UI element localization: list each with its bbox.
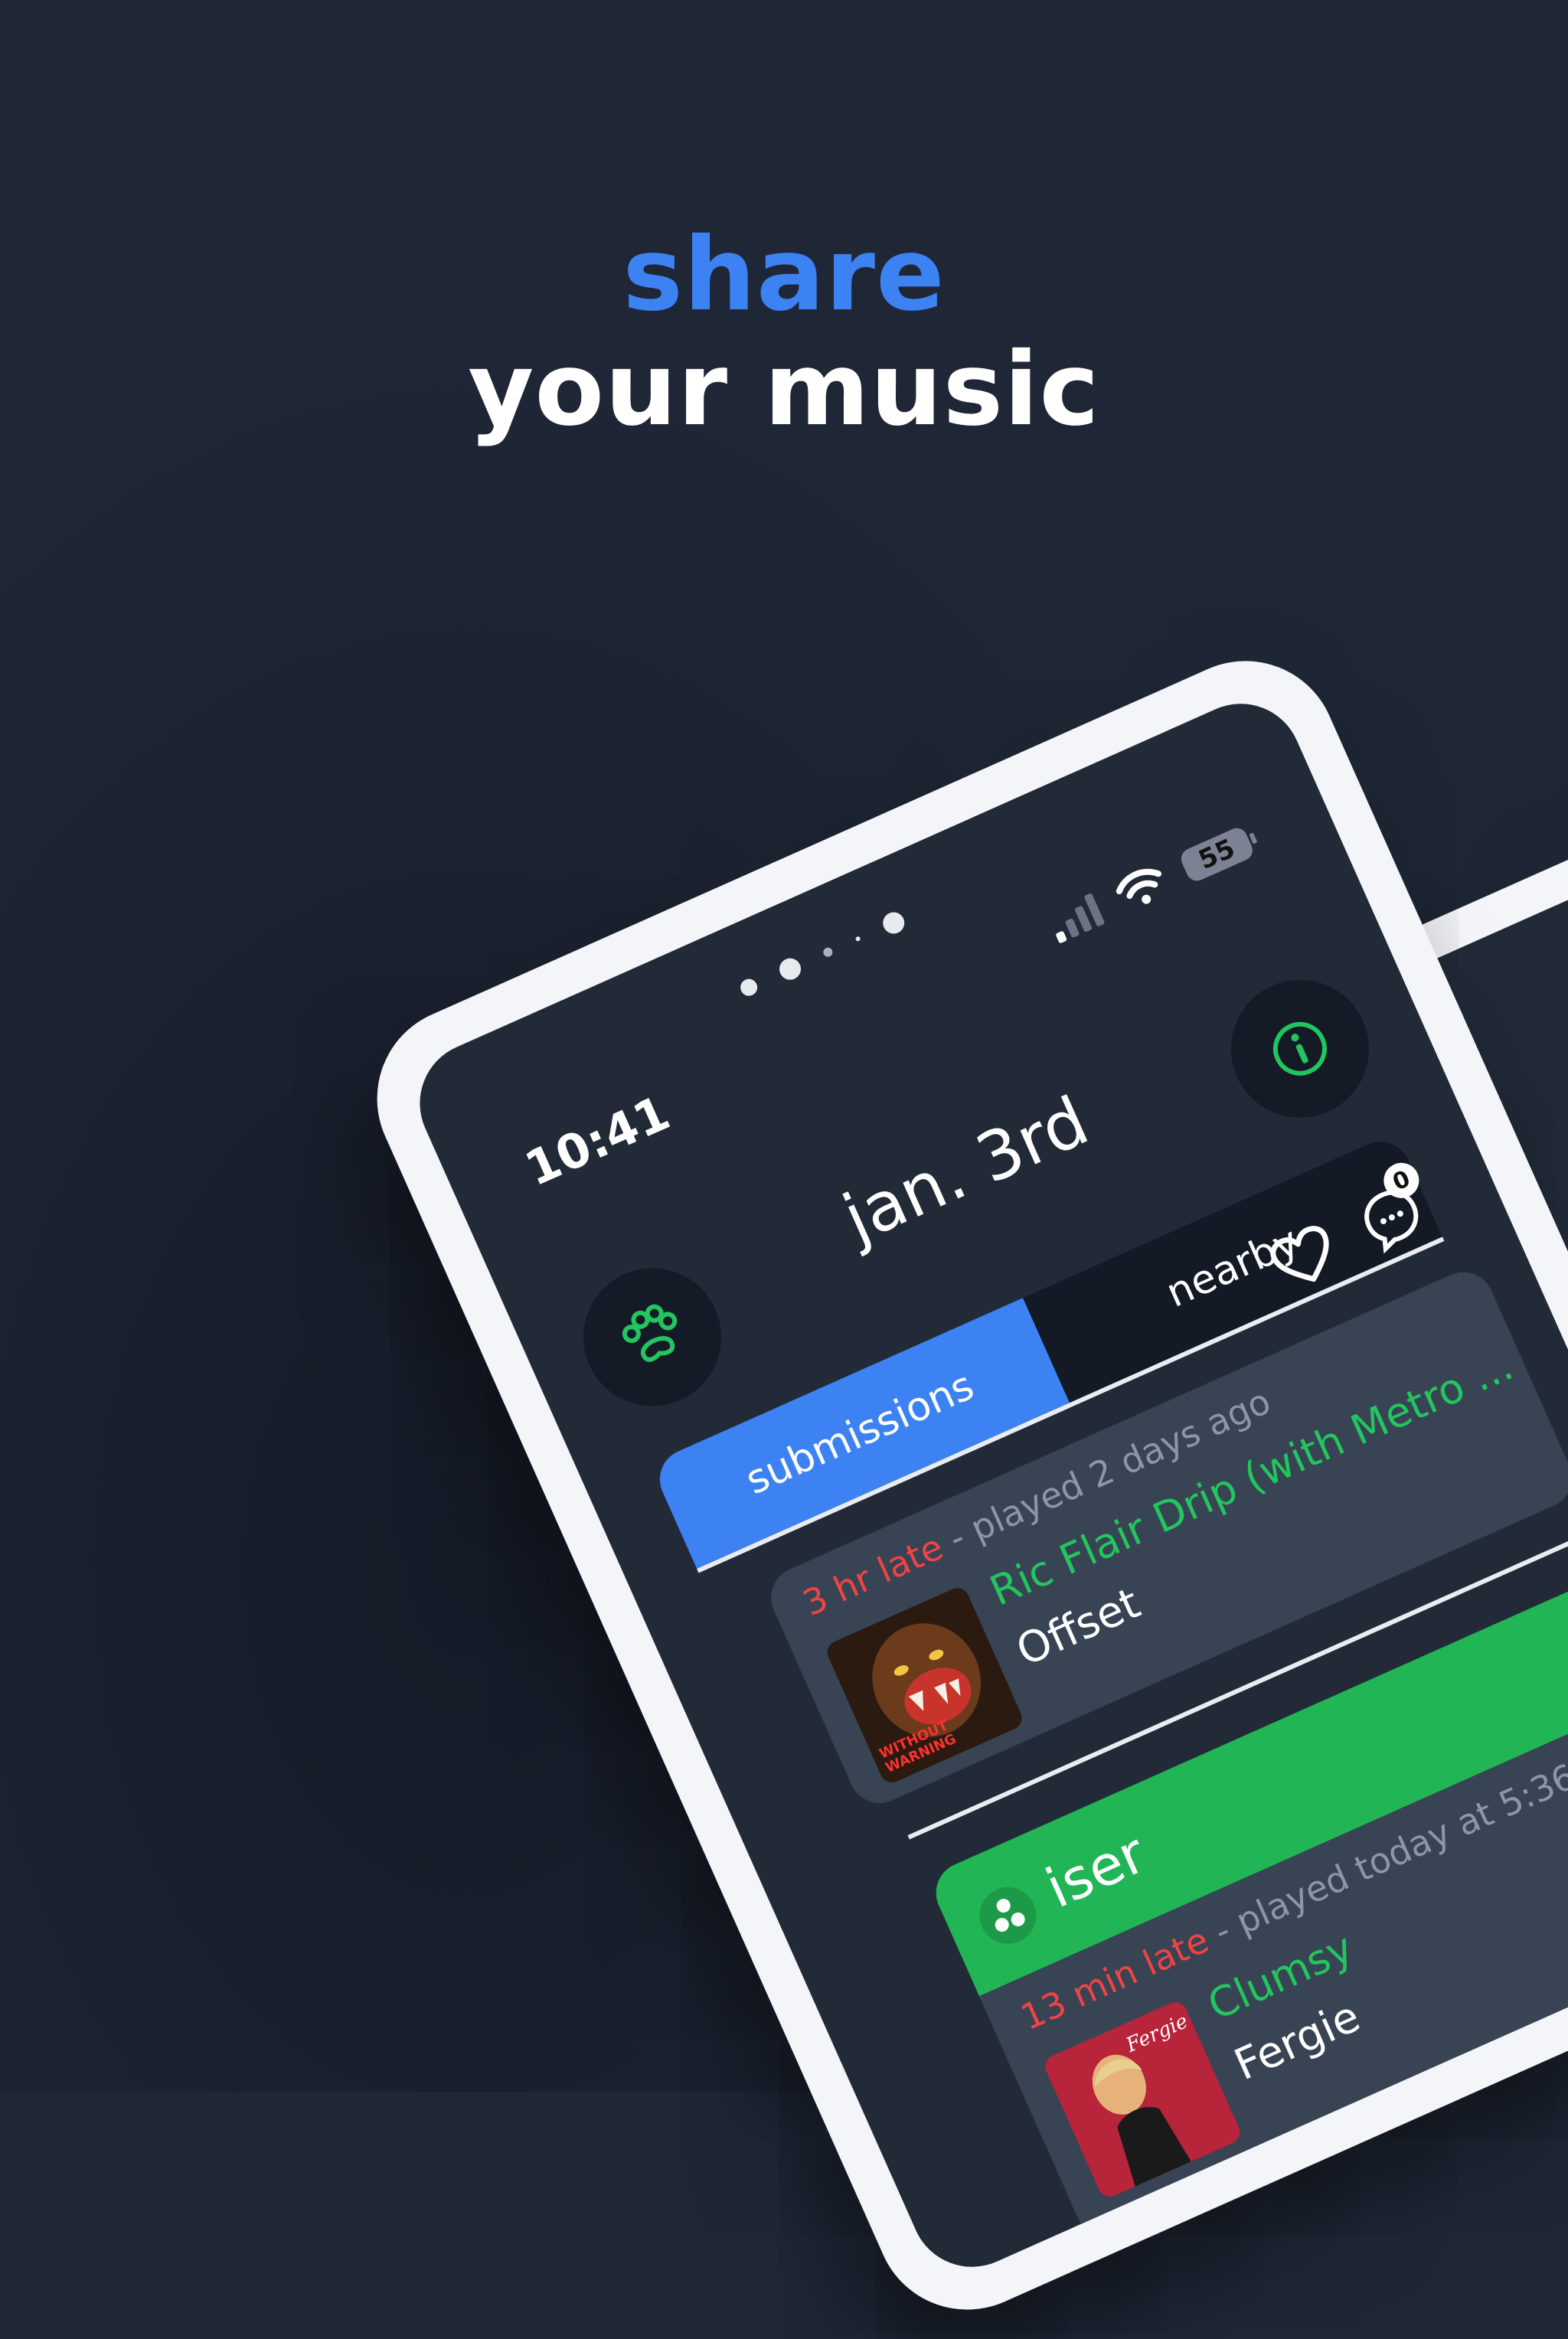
wifi-icon (1116, 868, 1162, 904)
headline-main: your music (468, 331, 1100, 449)
signal-icon (1045, 891, 1106, 944)
battery-indicator: 55 (1178, 825, 1256, 884)
user-avatar[interactable] (970, 1878, 1046, 1953)
user-name[interactable]: iser (1037, 1821, 1155, 1920)
status-icons: 55 (1045, 823, 1256, 944)
album-art[interactable]: Fergie (1041, 1998, 1244, 2201)
tablet-frame: 10:41 55 jan. 3rd submissions nearby 0 3… (348, 631, 1568, 2339)
status-time: 10:41 (517, 1084, 678, 1197)
headline-accent: share (622, 216, 946, 334)
album-art[interactable]: WITHOUT WARNING (823, 1584, 1026, 1787)
camera-cutout (737, 908, 908, 1001)
tablet-screen: 10:41 55 jan. 3rd submissions nearby 0 3… (400, 684, 1568, 2287)
